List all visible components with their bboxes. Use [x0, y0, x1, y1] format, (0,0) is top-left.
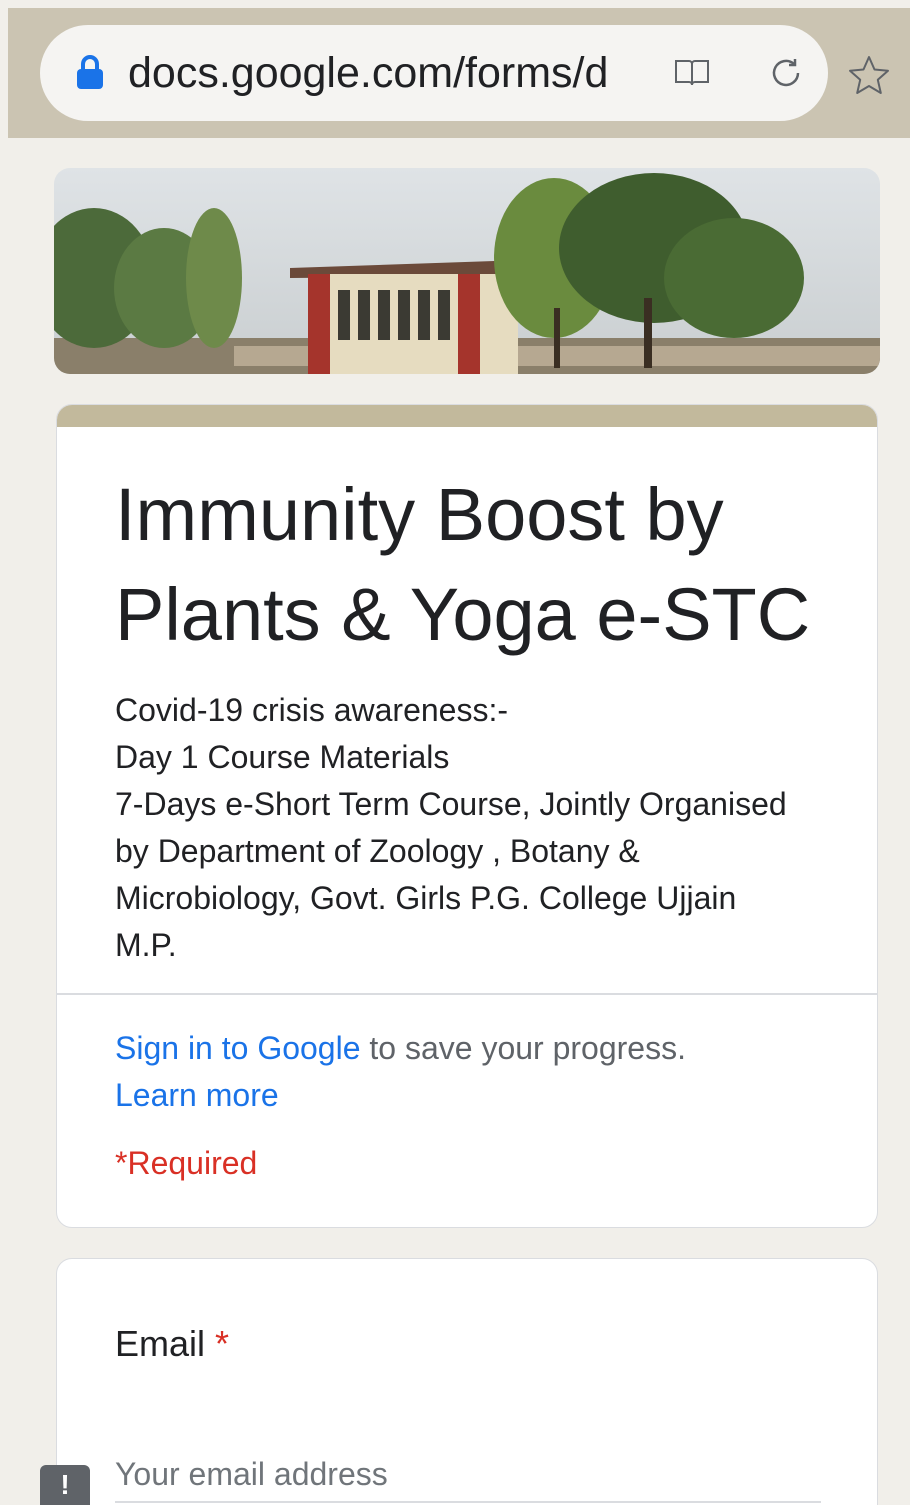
- reader-mode-icon[interactable]: [672, 57, 712, 89]
- college-building-image: [54, 168, 880, 374]
- learn-more-link[interactable]: Learn more: [115, 1077, 279, 1113]
- description-line: by Department of Zoology , Botany &: [115, 833, 640, 869]
- lock-icon: [77, 55, 103, 89]
- star-icon[interactable]: [848, 54, 890, 96]
- signin-text: to save your progress.: [360, 1030, 686, 1066]
- description-line: Covid-19 crisis awareness:-: [115, 692, 509, 728]
- description-line: 7-Days e-Short Term Course, Jointly Orga…: [115, 786, 787, 822]
- sign-in-link[interactable]: Sign in to Google: [115, 1030, 361, 1066]
- url-text[interactable]: docs.google.com/forms/d: [128, 47, 644, 99]
- form-title-card: Immunity Boost by Plants & Yoga e-STC Co…: [56, 404, 878, 1228]
- email-label-text: Email: [115, 1323, 206, 1364]
- divider: [57, 993, 877, 995]
- required-star: *: [215, 1323, 230, 1364]
- question-label: Email *: [115, 1323, 229, 1365]
- email-question-card: Email *: [56, 1258, 878, 1505]
- signin-prompt: Sign in to Google to save your progress.…: [115, 1025, 855, 1119]
- required-note: *Required: [115, 1145, 258, 1181]
- description-line: Microbiology, Govt. Girls P.G. College U…: [115, 880, 737, 916]
- form-description: Covid-19 crisis awareness:- Day 1 Course…: [115, 687, 855, 969]
- description-line: M.P.: [115, 927, 177, 963]
- form-accent-bar: [57, 405, 877, 427]
- email-input[interactable]: [115, 1447, 821, 1503]
- form-title: Immunity Boost by Plants & Yoga e-STC: [115, 473, 811, 656]
- address-bar[interactable]: docs.google.com/forms/d: [40, 25, 828, 121]
- form-header-image: [54, 168, 880, 374]
- description-line: Day 1 Course Materials: [115, 739, 450, 775]
- browser-toolbar: docs.google.com/forms/d: [8, 8, 910, 138]
- report-feedback-button[interactable]: !: [40, 1465, 90, 1505]
- reload-icon[interactable]: [766, 53, 806, 93]
